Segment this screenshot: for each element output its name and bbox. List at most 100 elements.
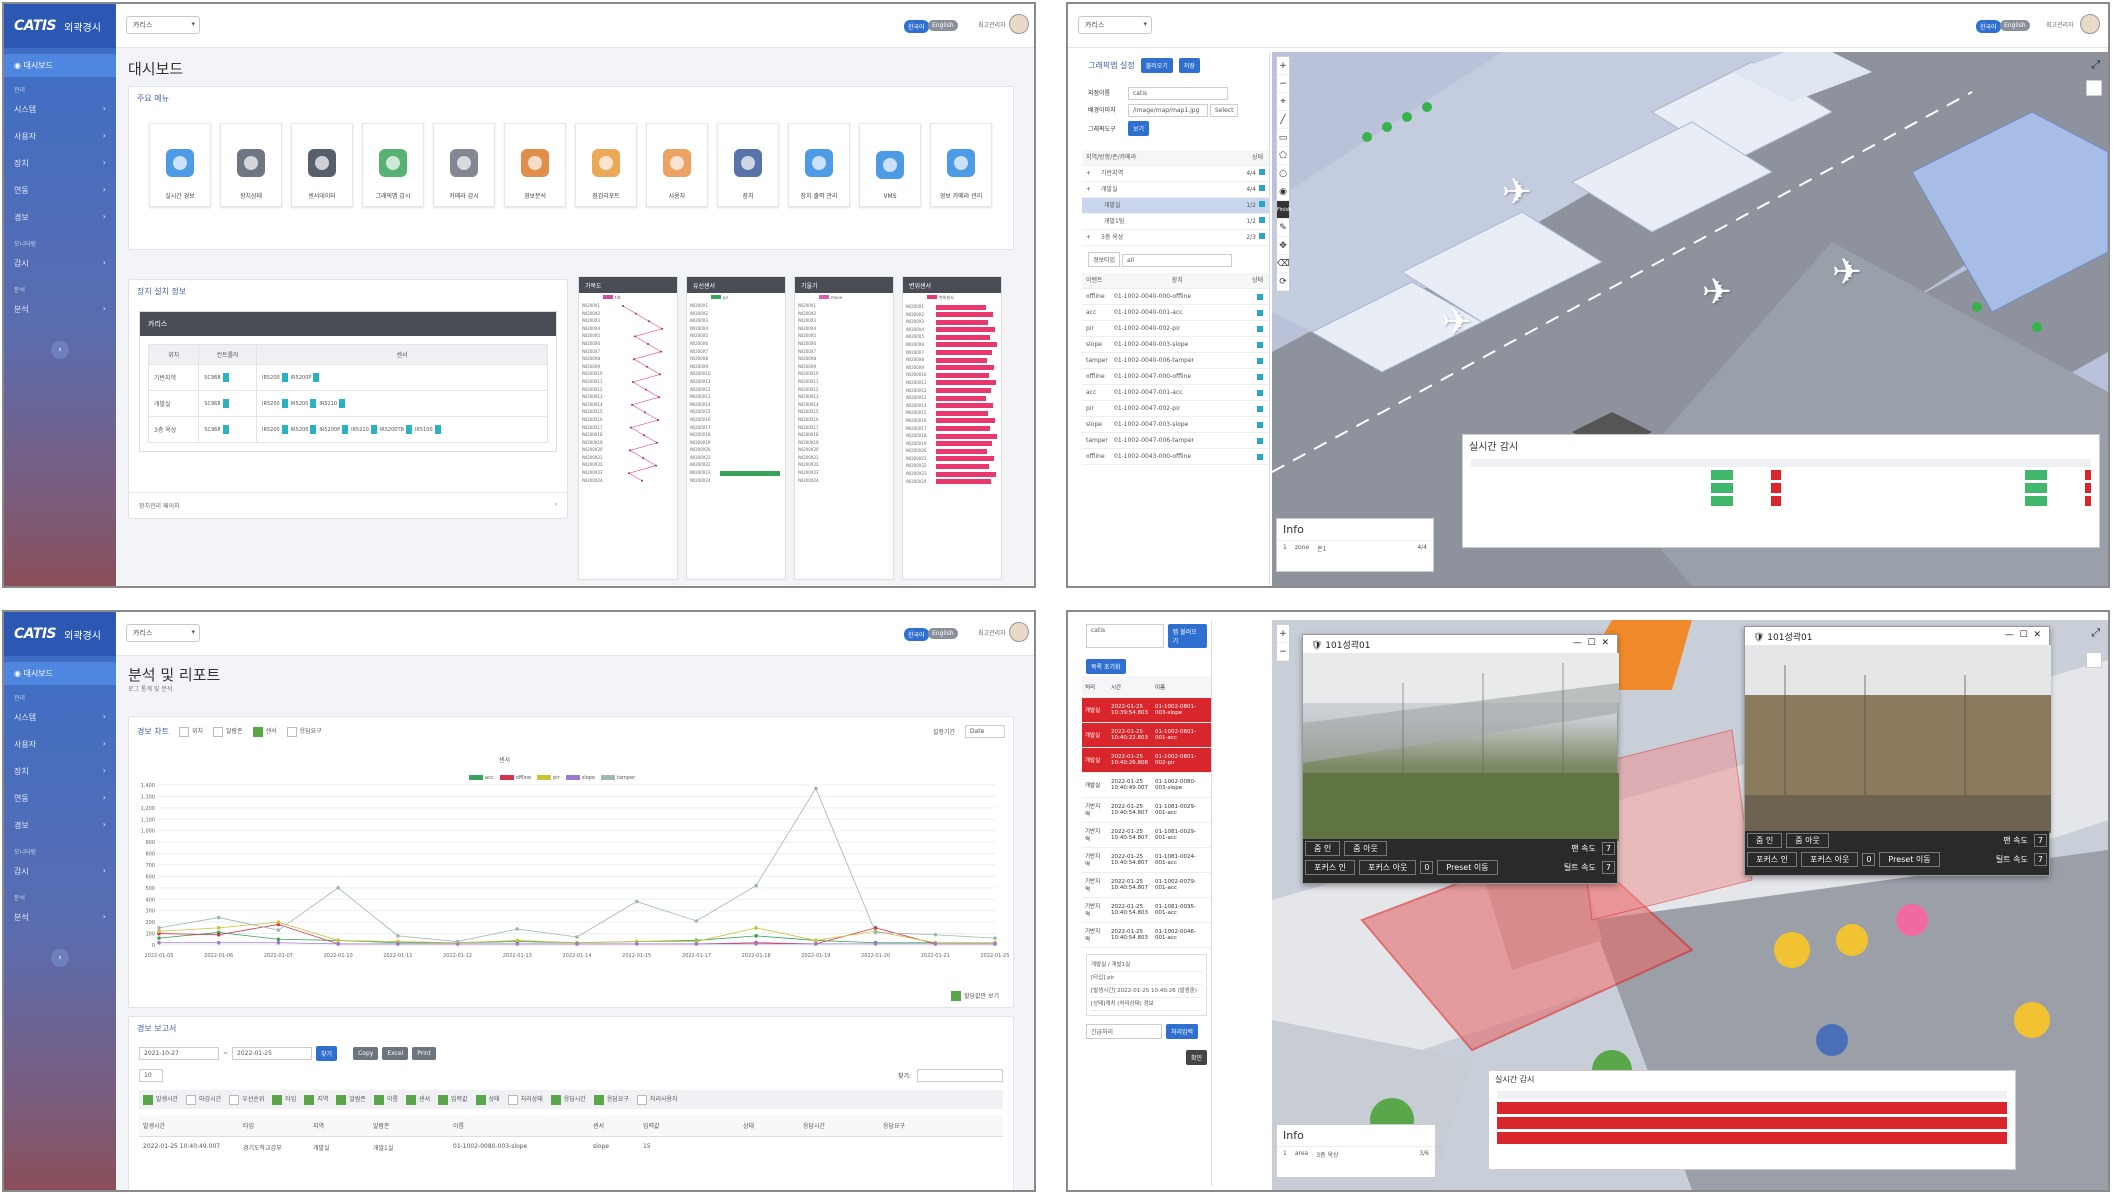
pan-speed-value[interactable]: 7 [2033,834,2047,847]
sensor-list-item[interactable]: tamper 01-1002-0040-006-tamper [1082,353,1269,369]
date-to-input[interactable]: 2022-01-25 [232,1047,313,1060]
data-point-pir[interactable] [276,920,281,924]
sensor-list-item[interactable]: offline 01-1002-0047-000-offline [1082,369,1269,385]
realtime-alarm-row[interactable] [1497,1132,2007,1144]
sensor-chip[interactable]: IR5200TB [380,425,412,434]
data-point-slope[interactable] [694,942,699,946]
expand-icon[interactable]: + [1086,186,1091,193]
data-point-offline[interactable] [216,932,221,937]
layers-icon[interactable] [2086,80,2102,96]
checkbox[interactable] [178,726,189,737]
brand[interactable]: CATIS 외곽경시 [4,612,116,656]
event-list-item[interactable]: 기반지역 2022-01-25 10:40:54.803 01-1002-0046-… [1082,923,1211,948]
controller-chip[interactable]: SC968 [204,425,228,434]
sidebar-item-analysis[interactable]: 분석 › [4,904,116,931]
sidebar-item-alarm[interactable]: 경보 › [4,812,116,839]
period-select[interactable]: Date [965,725,1005,738]
checkbox[interactable] [336,1094,347,1105]
data-point-tamper[interactable] [694,919,699,923]
sensor-list-item[interactable]: pir 01-1002-0040-002-pir [1082,321,1269,337]
data-point-tamper[interactable] [396,934,400,938]
data-point-pir[interactable] [754,926,758,930]
menu-tile[interactable]: 그래픽맵 감시 [362,123,424,207]
focus-in-button[interactable]: 포커스 인 [1747,852,1797,867]
event-list-item[interactable]: 기반지역 2022-01-25 10:40:54.807 01-1081-0029-… [1082,823,1211,848]
column-toggle[interactable]: 알람존 [336,1094,366,1105]
col-header[interactable]: 응답시간 [799,1121,879,1130]
event-list-item[interactable]: 기반지역 2022-01-25 10:40:54.807 01-1081-0029-… [1082,798,1211,823]
data-point-slope[interactable] [216,940,221,945]
zoom-out-icon[interactable]: − [1277,75,1289,93]
data-point-slope[interactable] [336,942,340,946]
site-select[interactable]: 카리스 [1078,16,1152,34]
maximize-icon[interactable]: ☐ [1588,638,1596,648]
load-button[interactable]: 불러오기 [1140,58,1173,73]
page-size-select[interactable]: 10 [139,1069,163,1082]
menu-tile[interactable]: 경보 카메라 관리 [930,123,992,207]
checkbox[interactable] [186,1094,197,1105]
menu-tile[interactable]: 장치 출력 관리 [788,123,850,207]
maximize-icon[interactable]: ☐ [2020,630,2028,640]
checkbox[interactable] [950,991,961,1001]
rect-tool-icon[interactable]: ▭ [1277,129,1289,147]
event-list-item[interactable]: 기반지역 2022-01-25 10:40:54.803 01-1081-0035-… [1082,898,1211,923]
column-toggle[interactable]: 이름 [373,1094,398,1105]
lang-english-button[interactable]: English [2000,20,2030,31]
sensor-chip[interactable]: IR5200 [262,373,288,382]
event-list-item[interactable]: 기반지역 2022-01-25 10:40:54.807 01-1081-0024-… [1082,848,1211,873]
excel-button[interactable]: Excel [382,1047,409,1060]
menu-tile[interactable]: 센서데이터 [291,123,353,207]
report-table-row[interactable]: 2022-01-25 10:40:49.007 경기도학교감부 개발실 개발1실 01-… [139,1137,1003,1158]
line-tool-icon[interactable]: ╱ [1277,111,1289,129]
col-header[interactable]: 센서 [589,1121,639,1130]
checkbox[interactable] [438,1094,449,1105]
tree-node[interactable]: + 기반지역 4/4 [1082,166,1269,182]
user-name[interactable]: 최고관리자 [978,20,1006,29]
column-toggle[interactable]: 입력값 [438,1094,468,1105]
data-point-slope[interactable] [814,942,818,946]
column-toggle[interactable]: 상태 [475,1094,500,1105]
realtime-row[interactable] [1471,496,2091,506]
zoom-in-button[interactable]: 줌 인 [1305,841,1341,856]
column-toggle[interactable]: 처리사용자 [636,1094,678,1105]
confirm-button[interactable]: 확인 [1185,1050,1207,1065]
table-row[interactable]: 3층 옥상 SC968 IR5200 IR5200 IR5200P IR5210 IR520… [147,416,548,443]
zoom-out-icon[interactable]: − [1277,643,1289,661]
checkbox[interactable] [550,1094,561,1105]
data-point-acc[interactable] [754,934,758,938]
sensor-list-item[interactable]: slope 01-1002-0047-003-slope [1082,417,1269,433]
sensor-chip[interactable]: IR5210 [351,425,377,434]
delete-icon[interactable]: ⌫ [1277,255,1290,273]
show-values-toggle[interactable]: 할당값만 보기 [950,991,999,1001]
view-tool-button[interactable]: 보기 [1128,121,1150,136]
lang-english-button[interactable]: English [928,20,958,31]
col-header[interactable]: 타입 [239,1121,309,1130]
focus-out-button[interactable]: 포커스 아웃 [1800,852,1859,867]
sensor-chip[interactable]: IR5100 [415,425,441,434]
data-point-tamper[interactable] [216,915,221,920]
pan-speed-value[interactable]: 7 [1601,842,1615,855]
alarm-type-select[interactable]: all [1122,254,1233,267]
minimize-icon[interactable]: — [2005,630,2014,640]
marker-icon[interactable]: ⌖ [1277,93,1289,111]
zoom-out-button[interactable]: 줌 아웃 [1344,841,1387,856]
preset-move-button[interactable]: Preset 이동 [1437,860,1498,875]
zoom-in-icon[interactable]: + [1277,625,1289,643]
sensor-list-item[interactable]: tamper 01-1002-0047-006-tamper [1082,433,1269,449]
zoom-out-button[interactable]: 줌 아웃 [1786,833,1829,848]
brand[interactable]: CATIS 외곽경시 [4,4,116,48]
save-button[interactable]: 저장 [1178,58,1200,73]
column-toggle[interactable]: 우선순위 [229,1094,264,1105]
chart-filter-toggle[interactable]: 센서 [252,726,277,737]
checkbox[interactable] [373,1094,384,1105]
menu-tile[interactable]: 사용자 [646,123,708,207]
checkbox[interactable] [507,1094,518,1105]
data-point-slope[interactable] [396,942,400,946]
lang-english-button[interactable]: English [928,628,958,639]
menu-tile[interactable]: 실시간 경보 [149,123,211,207]
data-point-slope[interactable] [515,942,520,946]
column-toggle[interactable]: 처리상태 [507,1094,543,1105]
fullscreen-icon[interactable]: ⤢ [2091,626,2100,640]
expand-icon[interactable]: + [1086,234,1091,241]
sensor-list-item[interactable]: acc 01-1002-0040-001-acc [1082,305,1269,321]
